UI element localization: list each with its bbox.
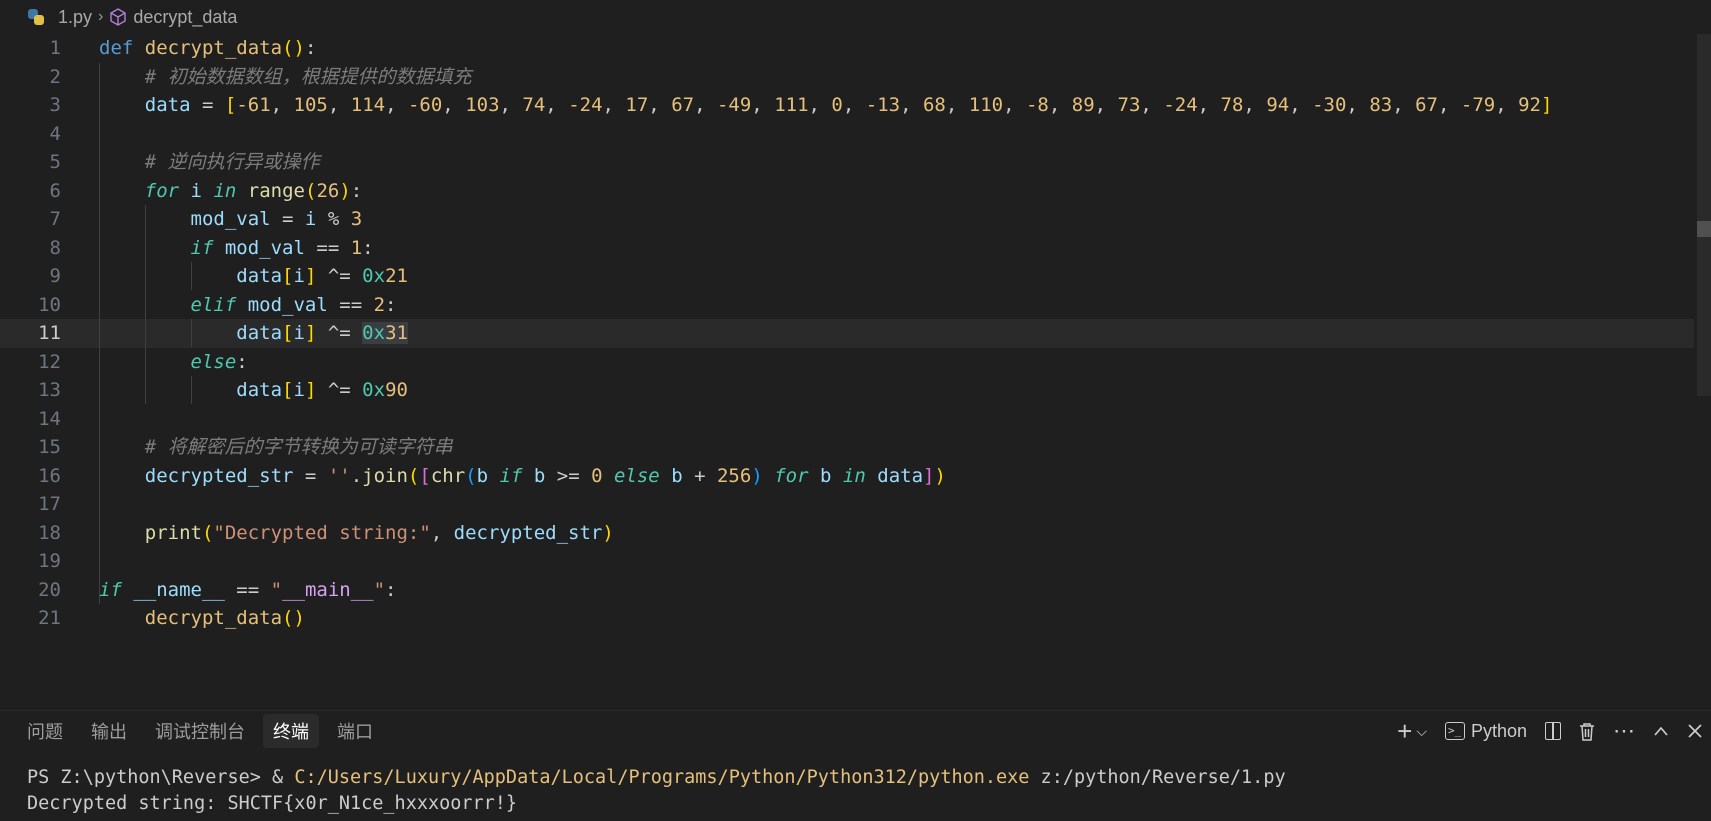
close-icon[interactable] bbox=[1687, 723, 1703, 739]
terminal-prompt: PS Z:\python\Reverse> & bbox=[27, 767, 295, 788]
code-line[interactable]: 6 for i in range(26): bbox=[0, 177, 1694, 206]
more-icon[interactable]: ⋯ bbox=[1613, 718, 1635, 744]
line-number: 8 bbox=[49, 236, 61, 259]
line-number: 21 bbox=[38, 607, 61, 629]
line-number: 9 bbox=[49, 265, 61, 287]
code-line[interactable]: 1 def decrypt_data(): bbox=[0, 34, 1694, 63]
code-line[interactable]: 2 # 初始数据数组，根据提供的数据填充 bbox=[0, 63, 1694, 92]
code-text: def decrypt_data(): bbox=[99, 37, 317, 59]
breadcrumb-symbol[interactable]: decrypt_data bbox=[133, 7, 237, 28]
tab-terminal[interactable]: 终端 bbox=[263, 714, 319, 748]
code-text: mod_val = i % 3 bbox=[190, 208, 363, 230]
code-line[interactable]: 10 elif mod_val == 2: bbox=[0, 291, 1694, 320]
cube-icon bbox=[110, 8, 127, 26]
panel-actions: + ⌵ >_ Python ⋯ bbox=[1397, 711, 1703, 751]
code-text: if __name__ == "__main__": bbox=[99, 578, 397, 601]
line-number: 10 bbox=[38, 293, 61, 316]
terminal-exe-path: C:/Users/Luxury/AppData/Local/Programs/P… bbox=[294, 767, 1030, 788]
tab-debug-console[interactable]: 调试控制台 bbox=[145, 714, 255, 748]
code-line[interactable]: 20 if __name__ == "__main__": bbox=[0, 576, 1694, 605]
code-text: data = [-61, 105, 114, -60, 103, 74, -24… bbox=[144, 94, 1553, 116]
code-line[interactable]: 5 # 逆向执行异或操作 bbox=[0, 148, 1694, 177]
terminal-script-arg: z:/python/Reverse/1.py bbox=[1029, 767, 1286, 788]
line-number: 4 bbox=[49, 122, 61, 145]
line-number: 3 bbox=[49, 94, 61, 116]
code-line[interactable]: 13 data[i] ^= 0x90 bbox=[0, 376, 1694, 405]
line-number: 20 bbox=[38, 578, 61, 601]
editor-scrollbar[interactable] bbox=[1697, 34, 1711, 396]
panel-tabs: 问题 输出 调试控制台 终端 端口 bbox=[0, 711, 383, 751]
code-line[interactable]: 14 bbox=[0, 405, 1694, 434]
line-number: 6 bbox=[49, 179, 61, 202]
line-number: 17 bbox=[38, 493, 61, 515]
code-line[interactable]: 15 # 将解密后的字节转换为可读字符串 bbox=[0, 433, 1694, 462]
code-line[interactable]: 12 else: bbox=[0, 348, 1694, 377]
code-line-current[interactable]: 11 data[i] ^= 0x31 bbox=[0, 319, 1694, 348]
code-line[interactable]: 19 bbox=[0, 547, 1694, 576]
python-file-icon bbox=[28, 9, 44, 25]
indent-guide bbox=[145, 205, 146, 404]
terminal-result: Decrypted string: SHCTF{x0r_N1ce_hxxxoor… bbox=[27, 793, 518, 814]
line-number: 2 bbox=[49, 65, 61, 88]
line-number: 16 bbox=[38, 464, 61, 487]
code-text: elif mod_val == 2: bbox=[190, 293, 397, 316]
indent-guide bbox=[191, 319, 192, 347]
line-number: 7 bbox=[49, 208, 61, 230]
line-number: 15 bbox=[38, 436, 61, 458]
terminal-icon: >_ bbox=[1444, 722, 1465, 740]
code-text: else: bbox=[190, 350, 248, 373]
split-icon[interactable] bbox=[1545, 722, 1561, 740]
trash-icon[interactable] bbox=[1579, 722, 1595, 741]
terminal-output[interactable]: PS Z:\python\Reverse> & C:/Users/Luxury/… bbox=[27, 765, 1286, 817]
line-number: 18 bbox=[38, 521, 61, 544]
code-text: # 逆向执行异或操作 bbox=[144, 151, 320, 173]
line-number: 14 bbox=[38, 407, 61, 430]
tab-ports[interactable]: 端口 bbox=[327, 714, 383, 748]
code-text: decrypted_str = ''.join([chr(b if b >= 0… bbox=[144, 464, 946, 487]
code-line[interactable]: 7 mod_val = i % 3 bbox=[0, 205, 1694, 234]
line-number: 5 bbox=[49, 151, 61, 173]
line-number: 13 bbox=[38, 379, 61, 401]
chevron-right-icon: › bbox=[98, 8, 104, 25]
bottom-panel: 问题 输出 调试控制台 终端 端口 + ⌵ >_ Python ⋯ PS Z:\… bbox=[0, 710, 1711, 821]
code-line[interactable]: 8 if mod_val == 1: bbox=[0, 234, 1694, 263]
terminal-profile-label: Python bbox=[1470, 720, 1527, 741]
code-text: if mod_val == 1: bbox=[190, 236, 374, 259]
indent-guide bbox=[191, 262, 192, 290]
line-number: 1 bbox=[49, 37, 61, 59]
maximize-icon[interactable] bbox=[1653, 725, 1669, 737]
tab-problems[interactable]: 问题 bbox=[17, 714, 73, 748]
code-text: for i in range(26): bbox=[144, 179, 363, 202]
code-line[interactable]: 21 decrypt_data() bbox=[0, 604, 1694, 633]
line-number: 11 bbox=[38, 322, 61, 344]
code-line[interactable]: 4 bbox=[0, 120, 1694, 149]
line-number: 19 bbox=[38, 550, 61, 572]
add-terminal-icon[interactable]: + bbox=[1397, 716, 1412, 747]
code-line[interactable]: 3 data = [-61, 105, 114, -60, 103, 74, -… bbox=[0, 91, 1694, 120]
code-text: # 将解密后的字节转换为可读字符串 bbox=[144, 436, 453, 458]
code-line[interactable]: 17 bbox=[0, 490, 1694, 519]
code-editor[interactable]: 1 def decrypt_data(): 2 # 初始数据数组，根据提供的数据… bbox=[0, 34, 1711, 710]
chevron-down-icon[interactable]: ⌵ bbox=[1416, 723, 1427, 740]
breadcrumb: 1.py › decrypt_data bbox=[0, 0, 1711, 34]
tab-output[interactable]: 输出 bbox=[81, 714, 137, 748]
scrollbar-cursor-marker bbox=[1697, 221, 1711, 237]
line-number: 12 bbox=[38, 350, 61, 373]
code-line[interactable]: 9 data[i] ^= 0x21 bbox=[0, 262, 1694, 291]
indent-guide bbox=[99, 62, 100, 604]
code-line[interactable]: 16 decrypted_str = ''.join([chr(b if b >… bbox=[0, 462, 1694, 491]
breadcrumb-file[interactable]: 1.py bbox=[58, 7, 92, 28]
code-text: print("Decrypted string:", decrypted_str… bbox=[144, 521, 614, 544]
code-line[interactable]: 18 print("Decrypted string:", decrypted_… bbox=[0, 519, 1694, 548]
code-text: decrypt_data() bbox=[144, 607, 305, 629]
indent-guide bbox=[191, 376, 192, 404]
code-text: # 初始数据数组，根据提供的数据填充 bbox=[144, 65, 472, 88]
terminal-profile-button[interactable]: >_ Python bbox=[1444, 720, 1527, 742]
